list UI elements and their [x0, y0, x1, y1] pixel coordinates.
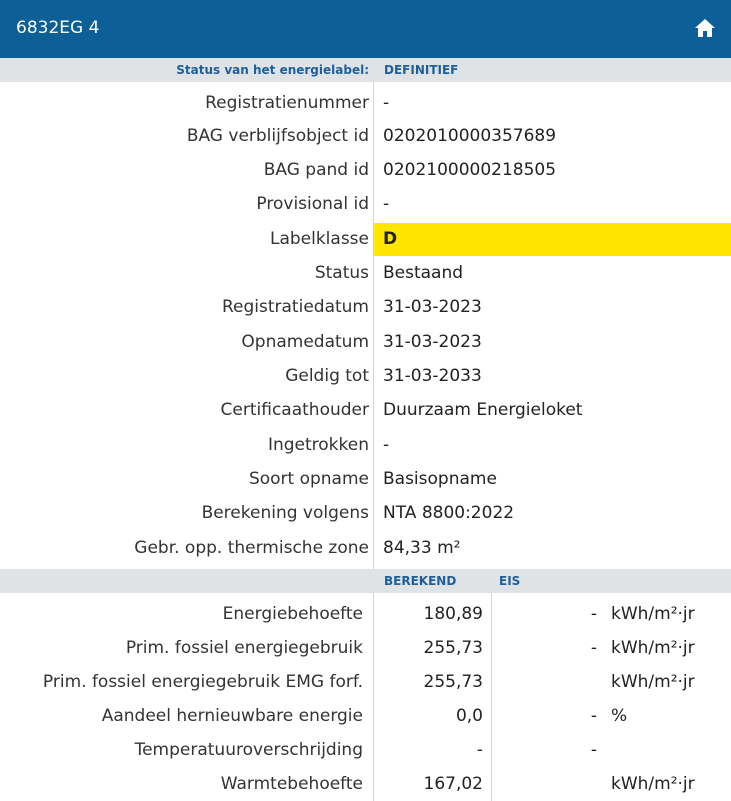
field-row: Berekening volgens NTA 8800:2022	[0, 496, 731, 529]
field-row: BAG pand id 0202100000218505	[0, 153, 731, 186]
status-label: Status van het energielabel:	[176, 63, 369, 77]
unit: kWh/m²·jr	[611, 638, 695, 658]
field-key: Soort opname	[248, 469, 369, 489]
energy-header-bar: BEREKEND EIS	[0, 569, 731, 593]
field-key: Certificaathouder	[220, 400, 369, 420]
field-value: 31-03-2023	[383, 297, 482, 317]
calculated-header: BEREKEND	[384, 574, 457, 588]
field-row: Geldig tot 31-03-2033	[0, 359, 731, 392]
field-key: Geldig tot	[285, 366, 369, 386]
field-row: Status Bestaand	[0, 256, 731, 289]
field-row: Registratienummer -	[0, 86, 731, 119]
field-value: Basisopname	[383, 469, 497, 489]
field-value: -	[383, 435, 390, 455]
field-row: Gebr. opp. thermische zone 84,33 m²	[0, 531, 731, 564]
unit: kWh/m²·jr	[611, 774, 695, 794]
field-key: BAG pand id	[263, 160, 369, 180]
field-key: Provisional id	[256, 194, 369, 214]
title-bar: 6832EG 4	[0, 0, 731, 58]
field-row: Provisional id -	[0, 187, 731, 220]
field-key: Labelklasse	[269, 229, 369, 249]
requirement-value: -	[590, 740, 597, 760]
field-value: Duurzaam Energieloket	[383, 400, 583, 420]
requirement-header: EIS	[499, 574, 521, 588]
energy-row: Prim. fossiel energiegebruik EMG forf. 25…	[0, 664, 731, 698]
field-key: Gebr. opp. thermische zone	[134, 538, 369, 558]
unit: %	[611, 706, 628, 726]
unit: kWh/m²·jr	[611, 672, 695, 692]
field-value: 84,33 m²	[383, 538, 461, 558]
calculated-value: 180,89	[423, 604, 483, 624]
energy-row: Prim. fossiel energiegebruik 255,73 - kWh/m…	[0, 630, 731, 664]
requirement-value: -	[590, 604, 597, 624]
energy-row: Warmtebehoefte 167,02 kWh/m²·jr	[0, 766, 731, 800]
energy-key: Warmtebehoefte	[220, 774, 363, 794]
field-key: Ingetrokken	[267, 435, 369, 455]
field-key: Registratiedatum	[221, 297, 369, 317]
field-value: Bestaand	[383, 263, 464, 283]
field-value: -	[383, 194, 390, 214]
field-key: Status	[314, 263, 369, 283]
calculated-value: 0,0	[455, 706, 483, 726]
field-key: Registratienummer	[205, 93, 369, 113]
requirement-value: -	[590, 706, 597, 726]
field-row: Registratiedatum 31-03-2023	[0, 290, 731, 323]
status-bar: Status van het energielabel: DEFINITIEF	[0, 58, 731, 82]
field-key: Opnamedatum	[241, 332, 369, 352]
field-row: Certificaathouder Duurzaam Energieloket	[0, 393, 731, 426]
page-title: 6832EG 4	[16, 18, 100, 38]
field-row: BAG verblijfsobject id 0202010000357689	[0, 119, 731, 152]
field-value: NTA 8800:2022	[383, 503, 515, 523]
field-value: 31-03-2023	[383, 332, 482, 352]
energy-key: Prim. fossiel energiegebruik	[125, 638, 363, 658]
calculated-value: 255,73	[423, 638, 483, 658]
field-row: Opnamedatum 31-03-2023	[0, 325, 731, 358]
energy-row: Energiebehoefte 180,89 - kWh/m²·jr	[0, 596, 731, 630]
calculated-value: -	[476, 740, 483, 760]
unit: kWh/m²·jr	[611, 604, 695, 624]
status-value: DEFINITIEF	[384, 63, 459, 77]
calculated-value: 167,02	[423, 774, 483, 794]
home-icon[interactable]	[693, 16, 717, 40]
field-value: 31-03-2033	[383, 366, 482, 386]
field-value: 0202100000218505	[383, 160, 557, 180]
calculated-value: 255,73	[423, 672, 483, 692]
energy-label-panel: 6832EG 4 Status van het energielabel: DE…	[0, 0, 731, 801]
requirement-value: -	[590, 638, 597, 658]
energy-key: Aandeel hernieuwbare energie	[101, 706, 363, 726]
field-key: BAG verblijfsobject id	[186, 126, 369, 146]
energy-key: Temperatuuroverschrijding	[134, 740, 363, 760]
energy-key: Energiebehoefte	[222, 604, 363, 624]
energy-row: Aandeel hernieuwbare energie 0,0 -%	[0, 698, 731, 732]
energy-key: Prim. fossiel energiegebruik EMG forf.	[42, 672, 363, 692]
field-row: Labelklasse D	[0, 222, 731, 255]
field-key: Berekening volgens	[201, 503, 369, 523]
field-value: -	[383, 93, 390, 113]
energy-row: Temperatuuroverschrijding - -	[0, 732, 731, 766]
field-value: 0202010000357689	[383, 126, 557, 146]
field-row: Soort opname Basisopname	[0, 462, 731, 495]
label-class-value: D	[383, 229, 398, 249]
field-row: Ingetrokken -	[0, 428, 731, 461]
